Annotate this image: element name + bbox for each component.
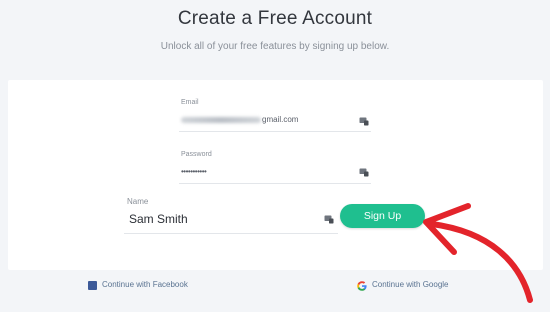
facebook-icon[interactable] xyxy=(88,281,97,290)
email-key-icon[interactable] xyxy=(359,116,369,126)
name-label: Name xyxy=(127,197,149,206)
password-underline xyxy=(179,183,371,184)
email-field[interactable] xyxy=(179,131,371,132)
name-field[interactable]: Sam Smith xyxy=(129,212,188,226)
continue-with-google-link[interactable]: Continue with Google xyxy=(372,280,449,289)
name-underline xyxy=(124,233,338,234)
email-label: Email xyxy=(181,99,199,106)
page-subtitle: Unlock all of your free features by sign… xyxy=(160,41,390,52)
password-key-icon[interactable] xyxy=(359,167,369,177)
name-key-icon[interactable] xyxy=(324,214,334,224)
page-title: Create a Free Account xyxy=(177,8,373,29)
continue-with-facebook-link[interactable]: Continue with Facebook xyxy=(102,280,188,289)
email-redacted xyxy=(181,117,261,123)
password-field[interactable]: ••••••••••• xyxy=(181,167,207,176)
signup-card xyxy=(8,80,543,270)
password-label: Password xyxy=(181,151,212,158)
email-domain: gmail.com xyxy=(262,115,299,124)
google-icon[interactable] xyxy=(357,281,367,291)
sign-up-button[interactable]: Sign Up xyxy=(340,204,425,228)
